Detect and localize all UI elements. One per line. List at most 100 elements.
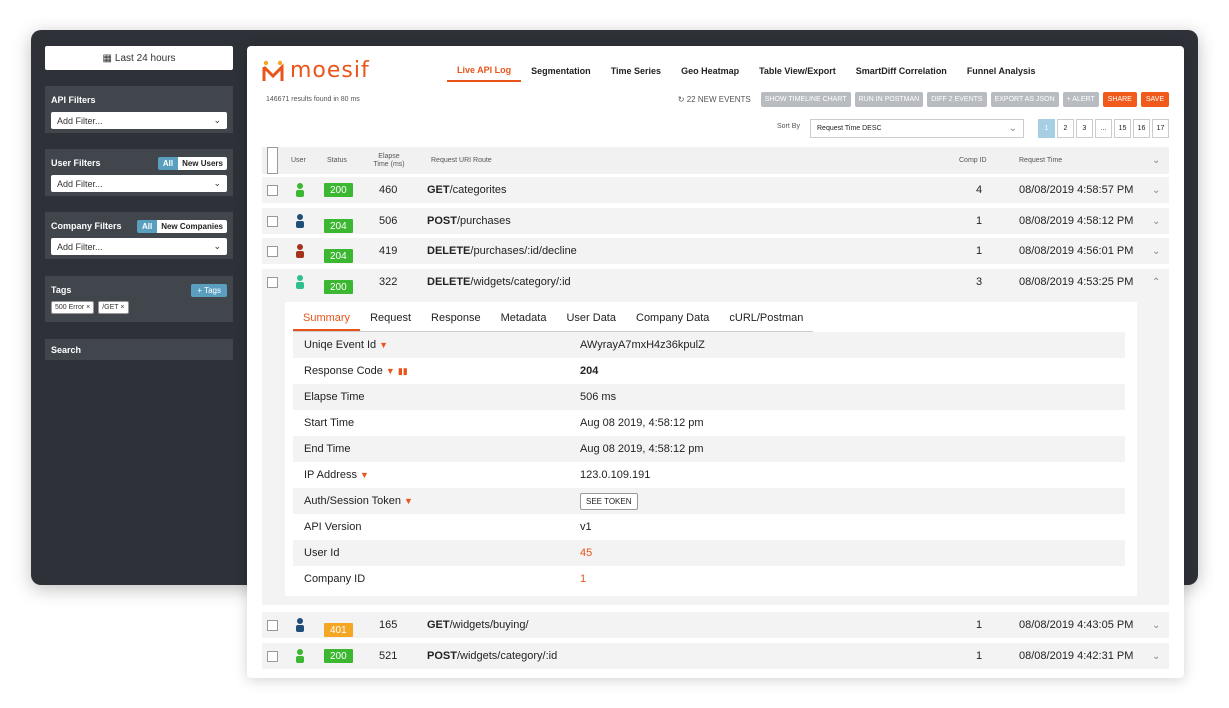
detail-row: Elapse Time 506 ms: [293, 384, 1125, 410]
page-button[interactable]: 2: [1057, 119, 1074, 138]
tab-table-view-export[interactable]: Table View/Export: [749, 60, 846, 82]
filter-icon[interactable]: ▼: [404, 496, 413, 506]
new-events-link[interactable]: ↻ 22 NEW EVENTS: [678, 95, 751, 104]
run-in-postman-button[interactable]: RUN IN POSTMAN: [854, 92, 924, 107]
tab-smartdiff-correlation[interactable]: SmartDiff Correlation: [846, 60, 957, 82]
tab-live-api-log[interactable]: Live API Log: [447, 60, 522, 82]
export-json-button[interactable]: EXPORT AS JSON: [990, 92, 1059, 107]
chevron-up-icon[interactable]: ⌃: [1152, 269, 1160, 295]
tag-chip[interactable]: /GET ×: [98, 301, 129, 314]
chevron-down-icon[interactable]: ⌄: [1152, 147, 1160, 174]
event-detail-panel: Summary Request Response Metadata User D…: [285, 302, 1137, 596]
field-value: AWyrayA7mxH4z36kpulZ: [580, 339, 705, 351]
tab-funnel-analysis[interactable]: Funnel Analysis: [957, 60, 1046, 82]
page-button[interactable]: 15: [1114, 119, 1131, 138]
row-checkbox[interactable]: [267, 245, 278, 257]
status-badge: 200: [324, 280, 353, 294]
route: DELETE/purchases/:id/decline: [427, 238, 577, 264]
sort-select[interactable]: Request Time DESC ⌄: [810, 119, 1024, 138]
elapse-value: 521: [379, 650, 398, 662]
api-filter-select[interactable]: Add Filter... ⌄: [51, 112, 227, 129]
company-id-link[interactable]: 1: [580, 566, 586, 592]
save-button[interactable]: SAVE: [1140, 92, 1169, 107]
chevron-down-icon[interactable]: ⌄: [1152, 612, 1160, 638]
user-toggle-new[interactable]: New Users: [178, 156, 227, 170]
add-alert-button[interactable]: + ALERT: [1062, 92, 1099, 107]
table-row[interactable]: 204 419 DELETE/purchases/:id/decline 1 0…: [262, 238, 1169, 264]
detail-row: IP Address ▼ 123.0.109.191: [293, 462, 1125, 488]
add-tags-button[interactable]: + Tags: [191, 283, 227, 297]
time-range-button[interactable]: ▦ Last 24 hours: [45, 46, 233, 70]
tab-metadata[interactable]: Metadata: [491, 308, 557, 331]
tab-response[interactable]: Response: [421, 308, 491, 331]
chevron-down-icon[interactable]: ⌄: [1152, 643, 1160, 669]
user-id-link[interactable]: 45: [580, 540, 592, 566]
chevron-down-icon: ⌄: [1008, 123, 1017, 134]
company-toggle-all[interactable]: All: [136, 219, 158, 233]
table-row[interactable]: 200 521 POST/widgets/category/:id 1 08/0…: [262, 643, 1169, 669]
user-icon: [295, 208, 305, 234]
tab-geo-heatmap[interactable]: Geo Heatmap: [671, 60, 749, 82]
bar-chart-icon[interactable]: ▮▮: [398, 366, 408, 377]
user-toggle-all[interactable]: All: [157, 156, 179, 170]
table-row-expanded[interactable]: 200 322 DELETE/widgets/category/:id 3 08…: [262, 269, 1169, 295]
tab-user-data[interactable]: User Data: [556, 308, 626, 331]
refresh-icon: ↻: [677, 95, 685, 104]
filter-icon[interactable]: ▼: [386, 366, 395, 376]
api-filters-label: API Filters: [51, 95, 96, 105]
field-value: Aug 08 2019, 4:58:12 pm: [580, 443, 704, 455]
table-header: User Status Elapse Time (ms) Request URI…: [262, 147, 1169, 174]
chevron-down-icon[interactable]: ⌄: [1152, 208, 1160, 234]
user-filters-panel: User Filters All New Users Add Filter...…: [45, 149, 233, 196]
company-filters-label: Company Filters: [51, 221, 122, 231]
comp-id-value: 1: [976, 245, 983, 257]
tab-company-data[interactable]: Company Data: [626, 308, 719, 331]
filter-icon[interactable]: ▼: [379, 340, 388, 350]
tab-time-series[interactable]: Time Series: [601, 60, 671, 82]
share-button[interactable]: SHARE: [1102, 92, 1137, 107]
table-row[interactable]: 204 506 POST/purchases 1 08/08/2019 4:58…: [262, 208, 1169, 234]
route-method: POST: [427, 215, 457, 227]
row-checkbox[interactable]: [267, 650, 278, 662]
tab-segmentation[interactable]: Segmentation: [521, 60, 601, 82]
field-label: Auth/Session Token: [304, 495, 402, 507]
col-user: User: [291, 156, 306, 164]
chevron-down-icon[interactable]: ⌄: [1152, 177, 1160, 203]
row-checkbox[interactable]: [267, 184, 278, 196]
diff-events-button[interactable]: DIFF 2 EVENTS: [927, 92, 987, 107]
page-button[interactable]: 1: [1038, 119, 1055, 138]
row-checkbox[interactable]: [267, 619, 278, 631]
tag-chip[interactable]: 500 Error ×: [51, 301, 95, 314]
close-icon[interactable]: ×: [86, 304, 90, 311]
row-checkbox[interactable]: [267, 215, 278, 227]
tab-summary[interactable]: Summary: [293, 308, 361, 331]
show-timeline-chart-button[interactable]: SHOW TIMELINE CHART: [760, 92, 851, 107]
filter-icon[interactable]: ▼: [360, 470, 369, 480]
page-button[interactable]: 16: [1133, 119, 1150, 138]
select-all-checkbox[interactable]: [267, 147, 278, 174]
tab-request[interactable]: Request: [360, 308, 421, 331]
main-panel: moesif Live API Log Segmentation Time Se…: [247, 46, 1184, 678]
field-label: Uniqe Event Id: [304, 339, 377, 351]
api-filters-panel: API Filters Add Filter... ⌄: [45, 86, 233, 133]
search-button[interactable]: Search: [45, 339, 233, 360]
user-filter-select[interactable]: Add Filter... ⌄: [51, 175, 227, 192]
close-icon[interactable]: ×: [120, 304, 124, 311]
detail-row: API Version v1: [293, 514, 1125, 540]
table-row[interactable]: 200 460 GET/categorites 4 08/08/2019 4:5…: [262, 177, 1169, 203]
request-time-value: 08/08/2019 4:58:12 PM: [1019, 215, 1134, 227]
row-checkbox[interactable]: [267, 276, 278, 288]
comp-id-value: 4: [976, 184, 983, 196]
page-button[interactable]: 17: [1152, 119, 1169, 138]
company-filter-select[interactable]: Add Filter... ⌄: [51, 238, 227, 255]
tab-curl-postman[interactable]: cURL/Postman: [719, 308, 813, 331]
route-path: /purchases/:id/decline: [470, 245, 577, 257]
detail-row: User Id 45: [293, 540, 1125, 566]
route-method: POST: [427, 650, 457, 662]
chevron-down-icon[interactable]: ⌄: [1152, 238, 1160, 264]
company-toggle-new[interactable]: New Companies: [157, 219, 227, 233]
page-button[interactable]: 3: [1076, 119, 1093, 138]
table-row[interactable]: 401 165 GET/widgets/buying/ 1 08/08/2019…: [262, 612, 1169, 638]
see-token-button[interactable]: SEE TOKEN: [580, 492, 638, 510]
request-time-value: 08/08/2019 4:53:25 PM: [1019, 276, 1134, 288]
